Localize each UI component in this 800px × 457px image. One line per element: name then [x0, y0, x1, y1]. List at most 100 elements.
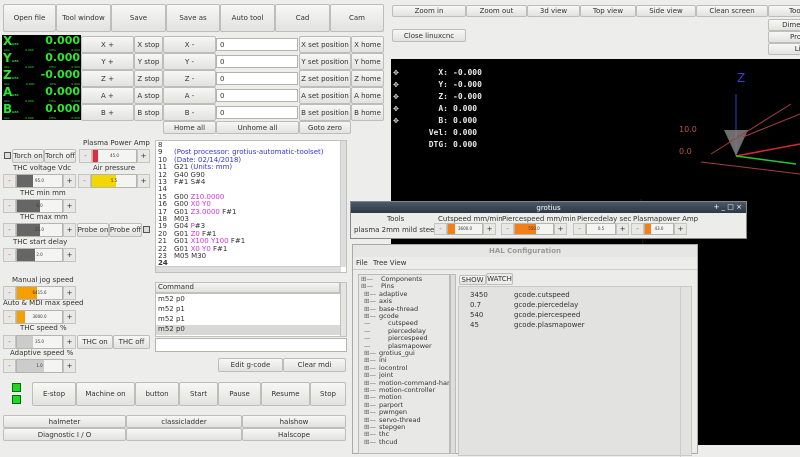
y-position-input[interactable]: 0: [216, 55, 298, 68]
view-button-zoom-out[interactable]: Zoom out: [466, 5, 527, 17]
mdi-scrollbar[interactable]: [340, 282, 347, 337]
close-linuxcnc-button[interactable]: Close linuxcnc: [392, 29, 466, 42]
hal-tab-show[interactable]: SHOW: [459, 275, 486, 285]
slider-thc-min-mm[interactable]: - 6.0 +: [3, 199, 76, 213]
jog-b-minus-button[interactable]: B -: [163, 104, 216, 121]
x-stop-button[interactable]: X stop: [134, 36, 163, 53]
slider-track[interactable]: 43.0: [644, 223, 674, 235]
home-all-button[interactable]: Home all: [163, 121, 216, 134]
hal-watch-scrollbar[interactable]: [680, 287, 686, 457]
toolbar-button-cam[interactable]: Cam: [330, 4, 384, 32]
torch-checkbox[interactable]: [4, 152, 11, 159]
decrease-button[interactable]: -: [434, 223, 447, 235]
y-set-position-button[interactable]: Y set position: [299, 53, 351, 70]
slider-track[interactable]: 3600.0: [447, 223, 483, 235]
z-home-button[interactable]: Z home: [351, 70, 384, 87]
grotius-slider-cutspeed-mm-min[interactable]: - 3600.0 +: [434, 223, 496, 235]
goto-zero-button[interactable]: Goto zero: [299, 121, 351, 134]
mdi-history-item[interactable]: m52 p1: [156, 305, 341, 315]
slider-track[interactable]: 6415.6: [16, 286, 63, 300]
slider-track[interactable]: 2.0: [16, 248, 63, 262]
halmeter-button[interactable]: halmeter: [3, 415, 126, 428]
x-set-position-button[interactable]: X set position: [299, 36, 351, 53]
grotius-titlebar[interactable]: grotius + _ □ ×: [351, 202, 746, 213]
toolbar-button-save[interactable]: Save: [111, 4, 166, 32]
probe-on-button[interactable]: Probe on: [77, 223, 109, 237]
probe-checkbox[interactable]: [143, 226, 150, 233]
increase-button[interactable]: +: [63, 310, 76, 324]
window-controls[interactable]: + _ □ ×: [713, 203, 742, 211]
mdi-history-item[interactable]: m52 p0: [156, 295, 341, 305]
empty-button[interactable]: [126, 428, 242, 441]
jog-b-plus-button[interactable]: B +: [81, 104, 134, 121]
grotius-slider-plasmapower-amp[interactable]: - 43.0 +: [631, 223, 687, 235]
increase-button[interactable]: +: [616, 223, 629, 235]
decrease-button[interactable]: -: [631, 223, 644, 235]
tree-expander-icon[interactable]: ⊞—: [364, 438, 379, 446]
increase-button[interactable]: +: [483, 223, 496, 235]
z-position-input[interactable]: 0: [216, 72, 298, 85]
slider-track[interactable]: 21.0: [16, 223, 63, 237]
mdi-history-item[interactable]: m52 p1: [156, 315, 341, 325]
jog-y-minus-button[interactable]: Y -: [163, 53, 216, 70]
diagnostic-i-o-button[interactable]: Diagnostic I / O: [3, 428, 126, 441]
hal-tree[interactable]: ⊞— Components ⊞— Pins ⊞— adaptive ⊞— axis ⊞— base…: [358, 274, 450, 454]
z-set-position-button[interactable]: Z set position: [299, 70, 351, 87]
decrease-button[interactable]: -: [3, 199, 16, 213]
jog-z-minus-button[interactable]: Z -: [163, 70, 216, 87]
grotius-slider-piercedelay-sec[interactable]: - 0.5 +: [573, 223, 629, 235]
view-button-zoom-in[interactable]: Zoom in: [392, 5, 466, 17]
decrease-button[interactable]: -: [501, 223, 514, 235]
b-stop-button[interactable]: B stop: [134, 104, 163, 121]
slider-plasma-power-amp[interactable]: - 45.0 +: [79, 149, 150, 163]
slider-track[interactable]: 0.5: [586, 223, 616, 235]
slider-thc-max-mm[interactable]: - 21.0 +: [3, 223, 76, 237]
decrease-button[interactable]: -: [3, 335, 16, 349]
b-set-position-button[interactable]: B set position: [299, 104, 351, 121]
decrease-button[interactable]: -: [3, 174, 16, 188]
view-button-side-view[interactable]: Side view: [636, 5, 696, 17]
slider-track[interactable]: 95.0: [16, 174, 63, 188]
decrease-button[interactable]: -: [3, 359, 16, 373]
machine-on-button[interactable]: Machine on: [76, 382, 135, 406]
increase-button[interactable]: +: [63, 199, 76, 213]
toolbar-button-auto-tool[interactable]: Auto tool: [220, 4, 275, 32]
hal-menu-tree-view[interactable]: Tree View: [373, 259, 406, 267]
hal-titlebar[interactable]: HAL Configuration: [353, 245, 697, 257]
grotius-slider-piercespeed-mm-min[interactable]: - 550.0 +: [501, 223, 567, 235]
pause-button[interactable]: Pause: [218, 382, 261, 406]
increase-button[interactable]: +: [63, 223, 76, 237]
a-position-input[interactable]: 0: [216, 89, 298, 102]
x-position-input[interactable]: 0: [216, 38, 298, 51]
decrease-button[interactable]: -: [3, 223, 16, 237]
y-home-button[interactable]: Y home: [351, 53, 384, 70]
e-stop-button[interactable]: E-stop: [32, 382, 76, 406]
slider-track[interactable]: 550.0: [514, 223, 554, 235]
gcode-vscrollbar[interactable]: [340, 141, 346, 267]
resume-button[interactable]: Resume: [261, 382, 310, 406]
hal-tab-watch[interactable]: WATCH: [486, 273, 513, 285]
view-button-3d-view[interactable]: 3d view: [527, 5, 580, 17]
view-side-button[interactable]: Lin: [768, 43, 800, 55]
a-stop-button[interactable]: A stop: [134, 87, 163, 104]
button-button[interactable]: button: [135, 382, 179, 406]
slider-track[interactable]: 1.0: [16, 359, 63, 373]
b-position-input[interactable]: 0: [216, 106, 298, 119]
jog-a-minus-button[interactable]: A -: [163, 87, 216, 104]
toolbar-button-cad[interactable]: Cad: [275, 4, 330, 32]
mdi-history-item[interactable]: m52 p0: [156, 325, 341, 335]
slider-auto-mdi-max-speed[interactable]: - 3000.0 +: [3, 310, 76, 324]
slider-track[interactable]: 35.0: [16, 335, 63, 349]
view-side-button[interactable]: Dimen: [768, 19, 800, 31]
hal-menu-file[interactable]: File: [356, 259, 368, 267]
decrease-button[interactable]: -: [3, 310, 16, 324]
increase-button[interactable]: +: [137, 174, 150, 188]
unhome-all-button[interactable]: Unhome all: [216, 121, 299, 134]
increase-button[interactable]: +: [63, 174, 76, 188]
view-side-button[interactable]: Proc: [768, 31, 800, 43]
hal-tree-scrollbar[interactable]: [450, 274, 456, 454]
z-stop-button[interactable]: Z stop: [134, 70, 163, 87]
view-button-clean-screen[interactable]: Clean screen: [696, 5, 768, 17]
hal-tree-item[interactable]: ⊞— thcud: [364, 438, 398, 446]
torch-off-button[interactable]: Torch off: [44, 149, 76, 163]
